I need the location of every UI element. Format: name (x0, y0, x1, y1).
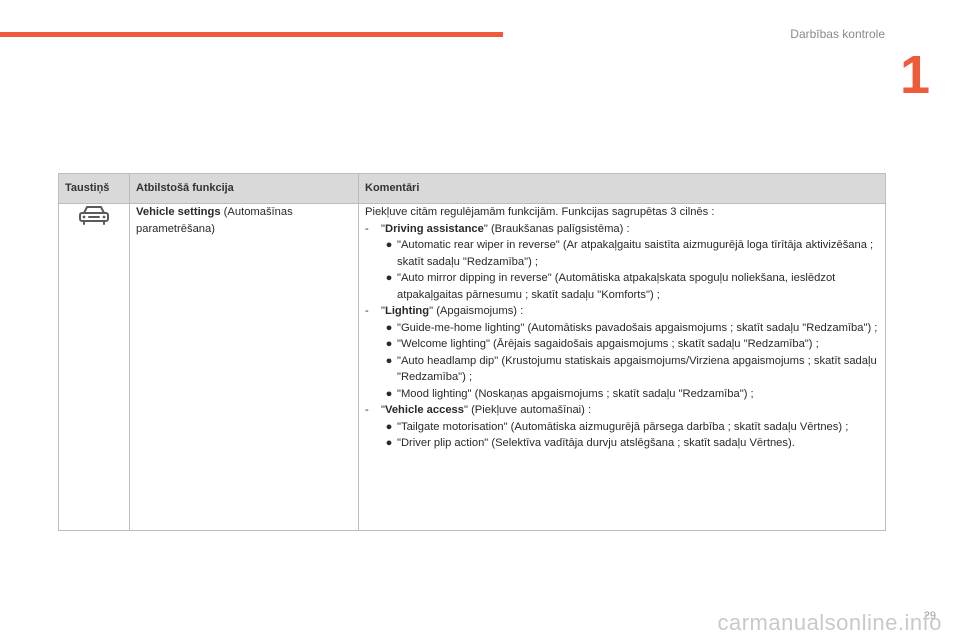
comment-cell: Piekļuve citām regulējamām funkcijām. Fu… (358, 203, 886, 531)
group-vehicle-access: - "Vehicle access" (Piekļuve automašīnai… (365, 402, 879, 419)
group-desc: " (Braukšanas palīgsistēma) : (483, 222, 630, 235)
key-cell (58, 203, 130, 531)
dash-marker: - (365, 404, 369, 416)
group-desc: " (Apgaismojums) : (429, 305, 524, 317)
comment-intro: Piekļuve citām regulējamām funkcijām. Fu… (365, 206, 715, 218)
function-title: Vehicle settings (136, 206, 221, 218)
list-item: ● "Welcome lighting" (Ārējais sagaidošais… (365, 336, 879, 353)
list-item-text: "Welcome lighting" (Ārējais sagaidošais … (397, 338, 819, 350)
column-header-comments: Komentāri (358, 173, 886, 204)
bullet-icon: ● (385, 272, 393, 284)
column-header-key: Taustiņš (58, 173, 130, 204)
table-row: Vehicle settings (Automašīnas parametrēš… (58, 203, 886, 531)
function-cell: Vehicle settings (Automašīnas parametrēš… (129, 203, 359, 531)
car-icon (79, 206, 109, 225)
bullet-icon: ● (385, 321, 393, 334)
list-item: ● "Guide-me-home lighting" (Automātisks p… (365, 320, 879, 337)
list-item: ● "Auto headlamp dip" (Krustojumu statisk… (365, 353, 879, 386)
bullet-icon: ● (385, 338, 393, 350)
list-item-text: "Auto headlamp dip" (Krustojumu statiska… (397, 354, 877, 384)
group-driving-assistance: - "Driving assistance" (Braukšanas palīg… (365, 221, 879, 238)
function-table: Taustiņš Atbilstošā funkcija Komentāri V… (58, 173, 886, 531)
bullet-icon: ● (385, 437, 393, 449)
table-header-row: Taustiņš Atbilstošā funkcija Komentāri (58, 173, 886, 204)
list-item: ● "Auto mirror dipping in reverse" (Autom… (365, 270, 879, 303)
list-item: ● "Mood lighting" (Noskaņas apgaismojums … (365, 386, 879, 403)
list-item-text: "Mood lighting" (Noskaņas apgaismojums ;… (397, 387, 754, 400)
list-item-text: "Automatic rear wiper in reverse" (Ar at… (397, 239, 874, 268)
chapter-number: 1 (899, 45, 930, 105)
group-lighting: - "Lighting" (Apgaismojums) : (365, 303, 879, 320)
group-desc: " (Piekļuve automašīnai) : (464, 404, 592, 416)
list-item-text: "Driver plip action" (Selektīva vadītāja… (397, 437, 795, 449)
list-item-text: "Auto mirror dipping in reverse" (Automā… (397, 272, 836, 301)
bullet-icon: ● (385, 420, 393, 433)
list-item-text: "Tailgate motorisation" (Automātiska aiz… (397, 420, 849, 433)
accent-bar (0, 32, 503, 37)
list-item: ● "Tailgate motorisation" (Automātiska ai… (365, 419, 879, 436)
watermark: carmanualsonline.info (717, 610, 942, 635)
group-name: Vehicle access (384, 404, 464, 416)
list-item-text: "Guide-me-home lighting" (Automātisks pa… (397, 321, 878, 334)
section-title: Darbības kontrole (790, 27, 885, 41)
group-name: Driving assistance (384, 222, 484, 235)
bullet-icon: ● (385, 387, 393, 400)
dash-marker: - (365, 222, 369, 235)
column-header-function: Atbilstošā funkcija (129, 173, 359, 204)
bullet-icon: ● (385, 239, 393, 251)
bullet-icon: ● (385, 354, 393, 367)
dash-marker: - (365, 305, 369, 317)
group-name: Lighting (384, 305, 430, 317)
list-item: ● "Automatic rear wiper in reverse" (Ar a… (365, 237, 879, 270)
list-item: ● "Driver plip action" (Selektīva vadītāj… (365, 435, 879, 452)
